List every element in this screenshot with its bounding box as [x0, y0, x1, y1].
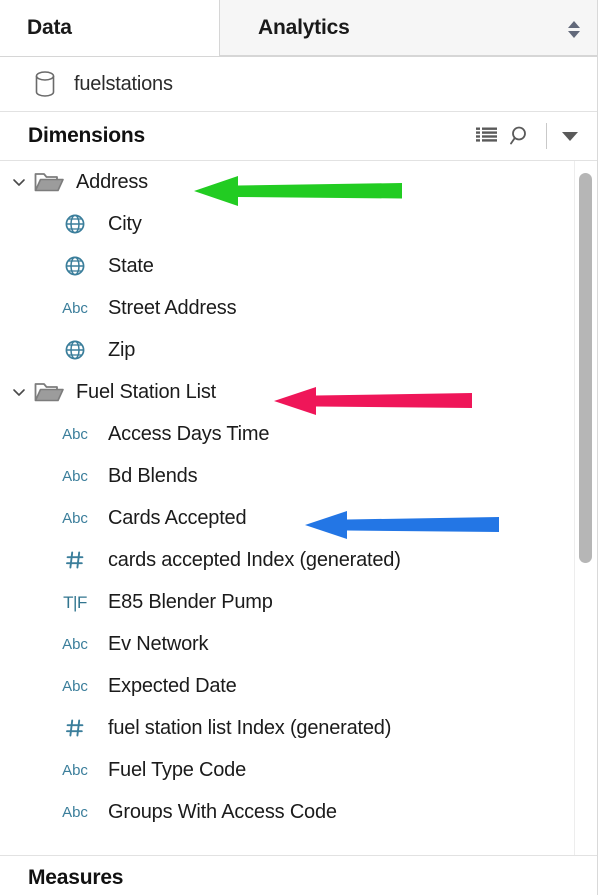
- field-row[interactable]: Zip: [0, 329, 597, 371]
- abc-icon: Abc: [58, 427, 92, 442]
- field-row[interactable]: State: [0, 245, 597, 287]
- field-label: Cards Accepted: [108, 506, 247, 529]
- group-label: Fuel Station List: [76, 380, 217, 403]
- abc-glyph: Abc: [62, 677, 88, 695]
- scrollbar-thumb[interactable]: [579, 173, 592, 563]
- hash-icon: [58, 717, 92, 739]
- group-label: Address: [76, 170, 148, 193]
- field-label: Bd Blends: [108, 464, 198, 487]
- globe-icon: [58, 213, 92, 235]
- list-view-icon[interactable]: [470, 119, 504, 153]
- up-down-chevron-icon[interactable]: [563, 16, 585, 42]
- field-label: Ev Network: [108, 632, 209, 655]
- chevron-down-icon[interactable]: [8, 171, 30, 193]
- field-label: City: [108, 212, 142, 235]
- group-row-fuel-station-list[interactable]: Fuel Station List: [0, 371, 597, 413]
- abc-glyph: Abc: [62, 635, 88, 653]
- tf-icon: T|F: [58, 594, 92, 611]
- open-folder-icon: [34, 170, 64, 194]
- abc-icon: Abc: [58, 301, 92, 316]
- dimensions-section-header: Dimensions: [0, 112, 597, 161]
- tf-glyph: T|F: [63, 592, 87, 612]
- search-icon[interactable]: [504, 119, 538, 153]
- toolbar-divider: [546, 123, 547, 149]
- field-label: fuel station list Index (generated): [108, 716, 392, 739]
- field-label: Zip: [108, 338, 136, 361]
- group-row-address[interactable]: Address: [0, 161, 597, 203]
- triangle-up-icon: [568, 20, 580, 28]
- abc-glyph: Abc: [62, 467, 88, 485]
- field-row[interactable]: Abc Bd Blends: [0, 455, 597, 497]
- dimensions-field-list[interactable]: Address City State Abc Street Address Zi…: [0, 161, 597, 855]
- chevron-down-icon[interactable]: [8, 381, 30, 403]
- field-row[interactable]: cards accepted Index (generated): [0, 539, 597, 581]
- abc-icon: Abc: [58, 637, 92, 652]
- tab-data-label: Data: [27, 16, 72, 39]
- field-label: Groups With Access Code: [108, 800, 337, 823]
- database-cylinder-icon: [32, 69, 58, 99]
- field-row[interactable]: Abc Groups With Access Code: [0, 791, 597, 833]
- field-label: Expected Date: [108, 674, 237, 697]
- dimensions-toolbar: [470, 119, 587, 153]
- field-label: Fuel Type Code: [108, 758, 247, 781]
- globe-icon: [58, 255, 92, 277]
- globe-icon: [58, 339, 92, 361]
- caret-down-shape: [562, 131, 578, 141]
- dropdown-caret-icon[interactable]: [553, 119, 587, 153]
- field-row[interactable]: Abc Fuel Type Code: [0, 749, 597, 791]
- field-label: cards accepted Index (generated): [108, 548, 401, 571]
- measures-section-header[interactable]: Measures: [0, 855, 597, 895]
- field-label: Street Address: [108, 296, 237, 319]
- dimensions-title: Dimensions: [28, 124, 146, 147]
- datasource-label: fuelstations: [74, 72, 173, 95]
- field-row[interactable]: Abc Cards Accepted: [0, 497, 597, 539]
- abc-icon: Abc: [58, 763, 92, 778]
- datasource-row[interactable]: fuelstations: [0, 57, 597, 112]
- abc-icon: Abc: [58, 469, 92, 484]
- abc-glyph: Abc: [62, 509, 88, 527]
- tab-analytics[interactable]: Analytics: [220, 0, 597, 56]
- hash-icon: [58, 549, 92, 571]
- field-row[interactable]: fuel station list Index (generated): [0, 707, 597, 749]
- abc-glyph: Abc: [62, 761, 88, 779]
- vertical-scrollbar[interactable]: [574, 161, 597, 855]
- tab-data[interactable]: Data: [0, 0, 220, 56]
- field-row[interactable]: City: [0, 203, 597, 245]
- field-label: State: [108, 254, 154, 277]
- open-folder-icon: [34, 380, 64, 404]
- field-label: Access Days Time: [108, 422, 270, 445]
- abc-icon: Abc: [58, 511, 92, 526]
- abc-icon: Abc: [58, 805, 92, 820]
- abc-glyph: Abc: [62, 299, 88, 317]
- field-row[interactable]: T|F E85 Blender Pump: [0, 581, 597, 623]
- measures-title: Measures: [28, 866, 124, 889]
- abc-icon: Abc: [58, 679, 92, 694]
- pane-tabstrip: Data Analytics: [0, 0, 597, 57]
- field-row[interactable]: Abc Access Days Time: [0, 413, 597, 455]
- triangle-down-icon: [568, 30, 580, 38]
- tableau-data-pane: Data Analytics fuelstations Dimensions A…: [0, 0, 598, 895]
- field-row[interactable]: Abc Ev Network: [0, 623, 597, 665]
- field-label: E85 Blender Pump: [108, 590, 273, 613]
- tab-analytics-label: Analytics: [258, 15, 350, 39]
- abc-glyph: Abc: [62, 803, 88, 821]
- field-row[interactable]: Abc Expected Date: [0, 665, 597, 707]
- field-row[interactable]: Abc Street Address: [0, 287, 597, 329]
- abc-glyph: Abc: [62, 425, 88, 443]
